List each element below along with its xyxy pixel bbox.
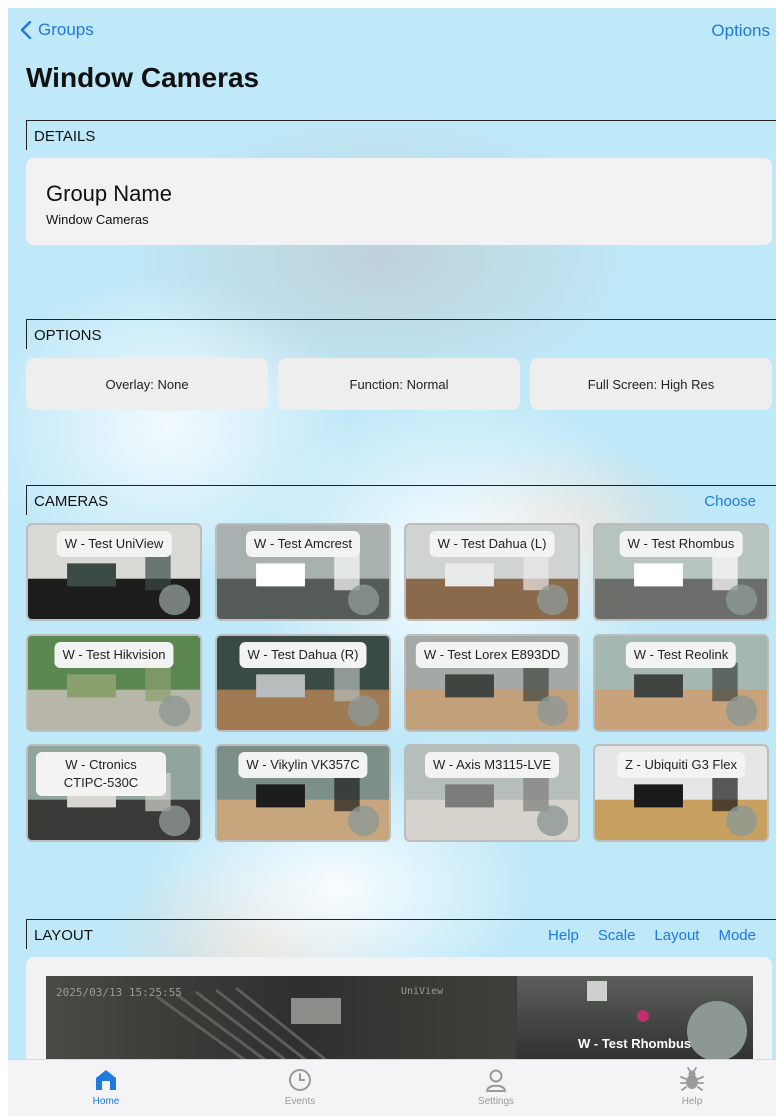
camera-tile[interactable]: W - Test Amcrest (215, 523, 391, 621)
details-section-header: DETAILS (26, 120, 776, 150)
camera-tile[interactable]: W - Test Lorex E893DD (404, 634, 580, 732)
camera-tile[interactable]: W - Test Hikvision (26, 634, 202, 732)
camera-tile-label: W - Test Dahua (L) (429, 531, 555, 557)
room-image (587, 981, 747, 1061)
details-header-label: DETAILS (34, 128, 96, 145)
camera-tile-label: W - Test Rhombus (619, 531, 743, 557)
overlay-option-button[interactable]: Overlay: None (26, 358, 268, 410)
camera-tile[interactable]: W - Test UniView (26, 523, 202, 621)
options-button[interactable]: Options (711, 21, 770, 41)
page-title: Window Cameras (26, 62, 260, 93)
group-name-value: Window Cameras (46, 212, 149, 227)
home-icon (96, 1070, 116, 1090)
back-button-label: Groups (38, 20, 94, 39)
layout-preview-right-label: W - Test Rhombus (578, 1036, 692, 1051)
tab-home-label: Home (92, 1096, 120, 1107)
options-section-header: OPTIONS (26, 319, 776, 349)
camera-tile-label: W - Test UniView (56, 531, 172, 557)
tab-home[interactable]: Home (46, 1066, 166, 1107)
camera-tile-label: W - Axis M3115-LVE (425, 752, 559, 778)
back-button[interactable]: Groups (20, 20, 94, 40)
tab-settings-label: Settings (477, 1096, 515, 1107)
group-name-card[interactable]: Group Name Window Cameras (26, 158, 772, 245)
tab-events-label: Events (284, 1096, 316, 1107)
options-header-label: OPTIONS (34, 327, 102, 344)
camera-tile[interactable]: W - Axis M3115-LVE (404, 744, 580, 842)
camera-tile-label: W - Test Lorex E893DD (415, 642, 569, 668)
camera-tile[interactable]: W - Test Rhombus (593, 523, 769, 621)
clock-icon (289, 1069, 311, 1091)
camera-tile[interactable]: W - Test Dahua (R) (215, 634, 391, 732)
layout-preview-right-feed[interactable]: W - Test Rhombus (517, 976, 753, 1068)
fullscreen-option-button[interactable]: Full Screen: High Res (530, 358, 772, 410)
tab-events[interactable]: Events (240, 1066, 360, 1107)
camera-tile-label: W - Test Hikvision (54, 642, 174, 668)
function-option-button[interactable]: Function: Normal (278, 358, 520, 410)
camera-tile[interactable]: W - Ctronics CTIPC-530C (26, 744, 202, 842)
layout-mode-button[interactable]: Mode (718, 927, 756, 944)
choose-cameras-button[interactable]: Choose (704, 493, 756, 510)
app-screen: Groups Options Window Cameras DETAILS Gr… (8, 8, 776, 1116)
camera-tile[interactable]: W - Test Dahua (L) (404, 523, 580, 621)
layout-header-label: LAYOUT (34, 927, 93, 944)
layout-section-header: LAYOUT Help Scale Layout Mode (26, 919, 776, 949)
camera-tile[interactable]: Z - Ubiquiti G3 Flex (593, 744, 769, 842)
tab-bar: Home Events Settings Help (8, 1059, 776, 1116)
group-name-label: Group Name (46, 181, 172, 206)
layout-preview-timestamp: 2025/03/13 15:25:55 (56, 986, 182, 999)
layout-preview-camera-name: UniView (401, 986, 444, 997)
camera-tile-label: W - Ctronics CTIPC-530C (36, 752, 166, 796)
layout-preview[interactable]: 2025/03/13 15:25:55 UniView W - Test Rho… (46, 976, 753, 1068)
person-icon (486, 1069, 506, 1092)
tab-settings[interactable]: Settings (436, 1066, 556, 1107)
tab-help[interactable]: Help (632, 1066, 752, 1107)
layout-help-button[interactable]: Help (548, 927, 579, 944)
layout-scale-button[interactable]: Scale (598, 927, 636, 944)
tab-help-label: Help (681, 1096, 703, 1107)
cameras-section-header: CAMERAS Choose (26, 485, 776, 515)
camera-tile-label: W - Vikylin VK357C (238, 752, 368, 778)
camera-tile-label: W - Test Dahua (R) (239, 642, 367, 668)
bug-icon (680, 1067, 704, 1091)
camera-tile-label: Z - Ubiquiti G3 Flex (617, 752, 745, 778)
camera-tile-label: W - Test Reolink (625, 642, 737, 668)
camera-tile[interactable]: W - Test Reolink (593, 634, 769, 732)
layout-layout-button[interactable]: Layout (654, 927, 699, 944)
camera-tile-label: W - Test Amcrest (246, 531, 360, 557)
layout-preview-left-feed[interactable]: 2025/03/13 15:25:55 UniView (46, 976, 515, 1068)
camera-tile[interactable]: W - Vikylin VK357C (215, 744, 391, 842)
cameras-header-label: CAMERAS (34, 493, 109, 510)
chevron-left-icon (20, 21, 32, 39)
